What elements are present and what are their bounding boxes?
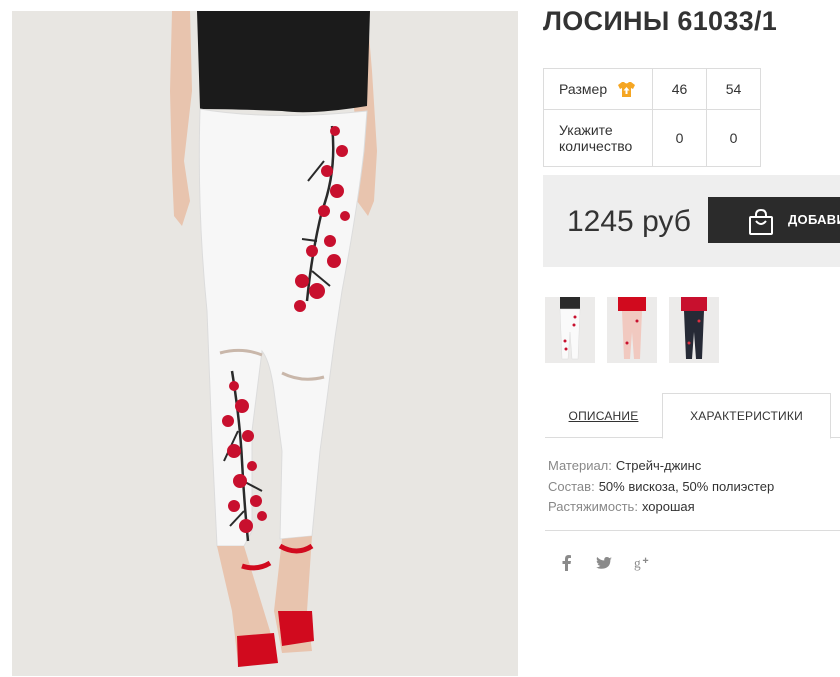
characteristic-key: Материал: <box>548 458 612 473</box>
tab-characteristics[interactable]: ХАРАКТЕРИСТИКИ <box>662 393 831 439</box>
size-row: Размер 46 54 <box>543 68 761 110</box>
add-to-cart-label: ДОБАВИ <box>788 212 840 227</box>
size-quantity-table: Размер 46 54 Укажите количество 0 0 <box>543 68 761 167</box>
shopping-bag-icon <box>748 208 774 239</box>
product-photo-illustration <box>12 11 518 676</box>
twitter-icon[interactable] <box>596 554 612 572</box>
thumbnail-black[interactable] <box>669 297 719 363</box>
google-plus-icon[interactable]: g <box>634 554 650 572</box>
size-label: Размер <box>559 81 608 97</box>
characteristic-value: 50% вискоза, 50% полиэстер <box>598 478 775 494</box>
facebook-icon[interactable] <box>558 554 574 572</box>
add-to-cart-button[interactable]: ДОБАВИ <box>708 197 840 243</box>
quantity-input-46[interactable]: 0 <box>652 109 707 167</box>
tab-description[interactable]: ОПИСАНИЕ <box>545 393 662 438</box>
characteristic-value: Стрейч-джинс <box>615 458 702 473</box>
quantity-input-54[interactable]: 0 <box>706 109 761 167</box>
svg-text:g: g <box>634 555 641 570</box>
price-box: 1245 руб ДОБАВИ <box>543 175 840 267</box>
product-info-tabs: ОПИСАНИЕ ХАРАКТЕРИСТИКИ <box>545 393 840 439</box>
product-price: 1245 руб <box>567 205 691 238</box>
characteristic-row: Состав: 50% вискоза, 50% полиэстер <box>548 477 774 498</box>
thumbnail-white[interactable] <box>545 297 595 363</box>
characteristic-row: Материал: Стрейч-джинс <box>548 456 774 477</box>
quantity-label: Укажите количество <box>543 109 653 167</box>
size-option-54[interactable]: 54 <box>706 68 761 110</box>
main-product-photo[interactable] <box>12 11 518 676</box>
size-option-46[interactable]: 46 <box>652 68 707 110</box>
size-guide-icon[interactable] <box>617 81 636 98</box>
characteristic-row: Растяжимость: хорошая <box>548 497 774 518</box>
quantity-row: Укажите количество 0 0 <box>543 109 761 167</box>
product-title: ЛОСИНЫ 61033/1 <box>543 6 778 36</box>
characteristic-key: Растяжимость: <box>548 499 638 514</box>
thumbnail-pink[interactable] <box>607 297 657 363</box>
social-share: g <box>558 554 650 572</box>
section-divider <box>545 530 840 531</box>
size-label-cell: Размер <box>543 68 653 110</box>
characteristic-value: хорошая <box>641 499 695 514</box>
thumbnail-gallery <box>545 297 719 363</box>
characteristic-key: Состав: <box>548 478 595 494</box>
characteristics-list: Материал: Стрейч-джинс Состав: 50% вискоза… <box>548 456 774 518</box>
